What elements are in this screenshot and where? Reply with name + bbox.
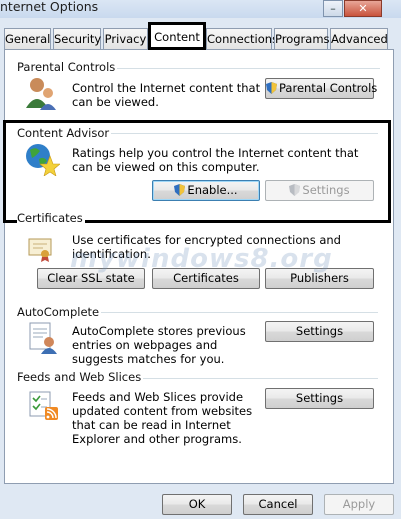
separator: [125, 378, 378, 379]
enable-button[interactable]: Enable...: [152, 180, 260, 201]
content-advisor-settings-button[interactable]: Settings: [265, 180, 374, 201]
parental-controls-description: Control the Internet content that can be…: [72, 81, 261, 109]
content-advisor-globe-icon: [24, 142, 61, 177]
ok-button[interactable]: OK: [162, 494, 232, 515]
content-advisor-description: Ratings help you control the Internet co…: [72, 146, 359, 174]
uac-shield-icon: [266, 82, 277, 94]
feeds-settings-button[interactable]: Settings: [265, 388, 374, 409]
window-title: nternet Options: [0, 0, 99, 14]
close-button[interactable]: ✕: [344, 0, 382, 17]
tab-security[interactable]: Security: [53, 28, 101, 49]
cancel-button[interactable]: Cancel: [243, 494, 313, 515]
separator: [110, 68, 380, 69]
uac-shield-icon: [289, 184, 301, 196]
uac-shield-icon: [174, 184, 186, 196]
autocomplete-icon: [28, 322, 58, 354]
tab-privacy[interactable]: Privacy: [103, 28, 148, 49]
title-bar: nternet Options – ✕: [0, 0, 401, 18]
tab-general[interactable]: General: [4, 28, 51, 49]
parental-controls-icon: [24, 76, 58, 112]
content-advisor-group-label: Content Advisor: [17, 126, 112, 140]
autocomplete-group-label: AutoComplete: [17, 305, 102, 319]
tab-content[interactable]: Content: [148, 22, 206, 50]
autocomplete-description: AutoComplete stores previous entries on …: [72, 324, 246, 366]
certificates-group-label: Certificates: [17, 211, 85, 225]
feeds-group-label: Feeds and Web Slices: [17, 370, 144, 384]
parental-controls-button[interactable]: Parental Controls: [265, 78, 377, 99]
watermark: mywindows8.org: [70, 244, 333, 274]
tab-connections[interactable]: Connections: [206, 28, 278, 49]
separator: [100, 133, 378, 134]
tab-programs[interactable]: Programs: [274, 28, 330, 49]
minimize-button[interactable]: –: [323, 0, 343, 17]
separator: [90, 312, 378, 313]
autocomplete-settings-button[interactable]: Settings: [265, 321, 374, 342]
feeds-description: Feeds and Web Slices provide updated con…: [72, 390, 253, 446]
parental-controls-group-label: Parental Controls: [17, 60, 118, 74]
feeds-icon: [28, 390, 60, 422]
tab-advanced[interactable]: Advanced: [330, 28, 388, 49]
certificate-icon: [27, 236, 53, 262]
apply-button[interactable]: Apply: [324, 494, 394, 515]
